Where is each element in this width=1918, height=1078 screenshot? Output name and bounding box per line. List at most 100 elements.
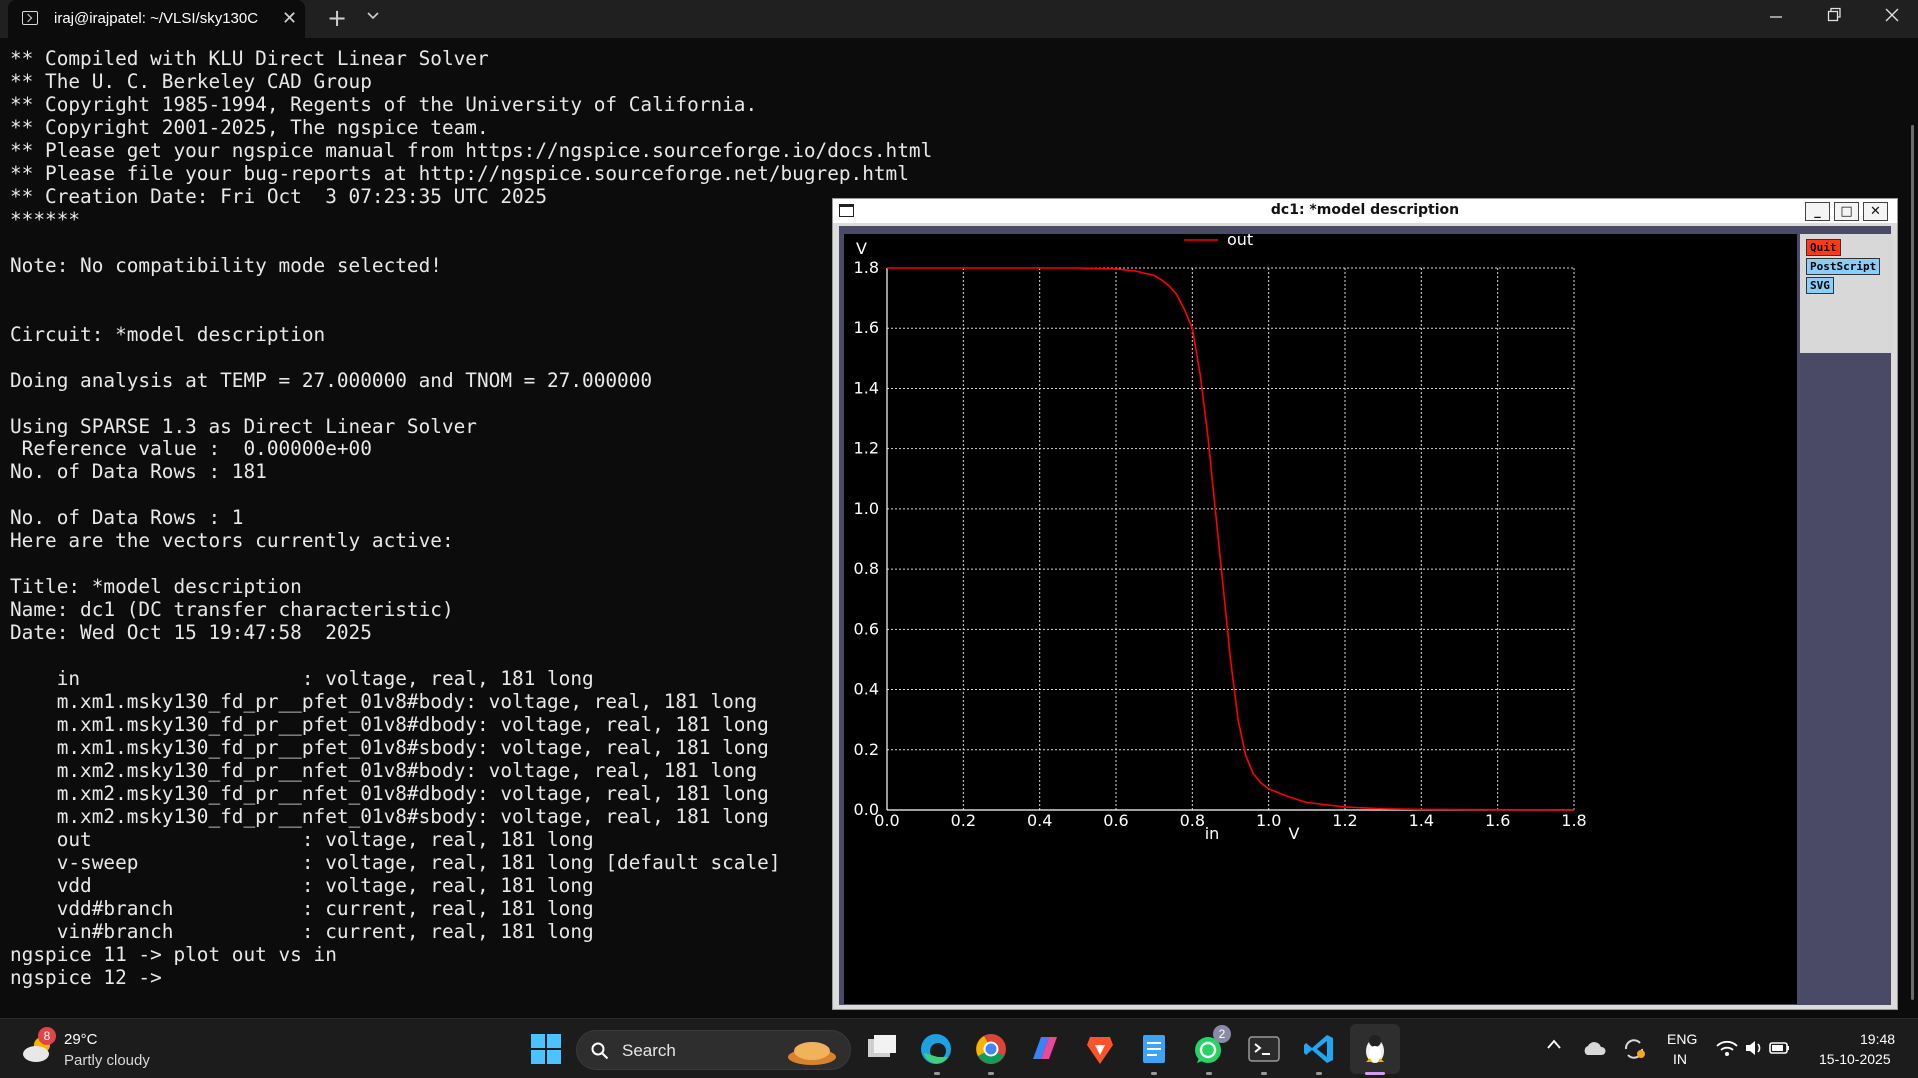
terminal-line: vdd : voltage, real, 181 long xyxy=(10,873,594,897)
terminal-output[interactable]: ** Compiled with KLU Direct Linear Solve… xyxy=(10,47,933,990)
terminal-line: m.xm1.msky130_fd_pr__pfet_01v8#body: vol… xyxy=(10,690,758,714)
window-restore-button[interactable] xyxy=(1814,5,1854,30)
plot-window: dc1: *model description _ □ ✕ 0.0 0.2 0.4 0… xyxy=(832,198,1898,1010)
clock-time[interactable]: 19:48 xyxy=(1860,1031,1895,1047)
terminal-running-indicator xyxy=(1261,1072,1267,1075)
postscript-button[interactable]: PostScript xyxy=(1806,258,1881,275)
x-tick-label: 0.2 xyxy=(951,811,976,830)
search-highlight-icon xyxy=(788,1042,836,1065)
y-tick-label: 1.8 xyxy=(854,258,879,277)
terminal-tab[interactable]: iraj@irajpatel: ~/VLSI/sky130C ✕ xyxy=(8,0,305,38)
terminal-line: ** Copyright 1985-1994, Regents of the U… xyxy=(10,92,758,116)
y-tick-label: 1.2 xyxy=(854,439,879,458)
language-line1[interactable]: ENG xyxy=(1667,1031,1697,1047)
plot-minimize-button[interactable]: _ xyxy=(1805,202,1830,221)
chrome-icon[interactable] xyxy=(973,1031,1009,1067)
terminal-line: ngspice 11 -> plot out vs in xyxy=(10,942,337,966)
y-tick-label: 1.0 xyxy=(854,499,879,518)
brave-icon[interactable] xyxy=(1082,1031,1118,1067)
x-tick-label: 0.8 xyxy=(1180,811,1205,830)
quit-button[interactable]: Quit xyxy=(1806,239,1841,256)
window-close-button[interactable] xyxy=(1872,5,1912,30)
window-minimize-button[interactable] xyxy=(1756,5,1796,30)
terminal-line: ** Please get your ngspice manual from h… xyxy=(10,138,933,162)
terminal-scrollbar[interactable] xyxy=(1911,125,1914,1000)
series-line-out xyxy=(887,267,1575,811)
terminal-line: Note: No compatibility mode selected! xyxy=(10,253,442,277)
terminal-line: vin#branch : current, real, 181 long xyxy=(10,919,594,943)
task-view-icon[interactable] xyxy=(864,1031,900,1067)
x-axis-label: in xyxy=(1205,824,1220,843)
linux-penguin-icon[interactable] xyxy=(1357,1031,1393,1067)
terminal-line: ngspice 12 -> xyxy=(10,965,174,989)
weather-widget[interactable]: 8 29°C Partly cloudy xyxy=(20,1025,170,1073)
vscode-running-indicator xyxy=(1316,1072,1322,1075)
search-box[interactable]: Search xyxy=(576,1030,851,1070)
terminal-line: Using SPARSE 1.3 as Direct Linear Solver xyxy=(10,414,477,438)
weather-desc: Partly cloudy xyxy=(64,1052,150,1069)
plot-close-button[interactable]: ✕ xyxy=(1863,202,1888,221)
weather-temp: 29°C xyxy=(64,1031,98,1048)
clock-date[interactable]: 15-10-2025 xyxy=(1819,1051,1891,1067)
svg-button[interactable]: SVG xyxy=(1806,277,1834,294)
terminal-line: vdd#branch : current, real, 181 long xyxy=(10,896,594,920)
terminal-line: ****** xyxy=(10,207,81,231)
terminal-line: Date: Wed Oct 15 19:47:58 2025 xyxy=(10,621,372,645)
tab-close-icon[interactable]: ✕ xyxy=(282,8,297,29)
new-tab-button[interactable]: + xyxy=(327,4,347,32)
y-tick-label: 0.0 xyxy=(854,800,879,819)
taskbar: 8 29°C Partly cloudy Search 2 ENG IN 19:… xyxy=(0,1018,1918,1078)
plot-window-titlebar[interactable]: dc1: *model description _ □ ✕ xyxy=(833,199,1897,223)
whatsapp-badge: 2 xyxy=(1213,1025,1231,1043)
edge-running-indicator xyxy=(934,1072,940,1075)
terminal-line: Here are the vectors currently active: xyxy=(10,529,454,553)
y-tick-label: 0.6 xyxy=(854,619,879,638)
language-line2[interactable]: IN xyxy=(1673,1051,1687,1067)
tab-dropdown-icon[interactable] xyxy=(366,9,380,25)
search-icon xyxy=(591,1042,609,1060)
copilot-icon[interactable] xyxy=(1027,1031,1063,1067)
x-tick-label: 1.8 xyxy=(1561,811,1586,830)
terminal-line: m.xm2.msky130_fd_pr__nfet_01v8#sbody: vo… xyxy=(10,804,769,828)
terminal-line: ** Please file your bug-reports at http:… xyxy=(10,161,909,185)
terminal-line: Doing analysis at TEMP = 27.000000 and T… xyxy=(10,368,653,392)
terminal-line: in : voltage, real, 181 long xyxy=(10,667,594,691)
plot-window-title: dc1: *model description xyxy=(1270,202,1460,218)
volume-icon[interactable] xyxy=(1744,1039,1764,1057)
terminal-line: m.xm1.msky130_fd_pr__pfet_01v8#sbody: vo… xyxy=(10,736,769,760)
penguin-active-indicator xyxy=(1365,1072,1385,1075)
vscode-icon[interactable] xyxy=(1301,1031,1337,1067)
start-button[interactable] xyxy=(528,1031,564,1067)
y-tick-label: 1.6 xyxy=(854,318,879,337)
battery-icon[interactable] xyxy=(1768,1039,1792,1057)
x-tick-label: 1.0 xyxy=(1256,811,1281,830)
y-tick-label: 0.4 xyxy=(854,680,879,699)
x-tick-label: 1.6 xyxy=(1485,811,1510,830)
terminal-line: v-sweep : voltage, real, 181 long [defau… xyxy=(10,850,781,874)
x-tick-label: 1.2 xyxy=(1332,811,1357,830)
edge-icon[interactable] xyxy=(918,1031,954,1067)
terminal-app-icon[interactable] xyxy=(1246,1031,1282,1067)
plot-side-panel: Quit PostScript SVG xyxy=(1800,234,1893,353)
plot-maximize-button[interactable]: □ xyxy=(1834,202,1859,221)
sync-icon[interactable] xyxy=(1622,1037,1646,1061)
tray-overflow-chevron[interactable] xyxy=(1546,1037,1562,1055)
onedrive-icon[interactable] xyxy=(1582,1041,1606,1057)
terminal-line: No. of Data Rows : 181 xyxy=(10,460,267,484)
notepad-icon[interactable] xyxy=(1136,1031,1172,1067)
terminal-line: No. of Data Rows : 1 xyxy=(10,506,244,530)
x-tick-label: 0.6 xyxy=(1103,811,1128,830)
plot-canvas: 0.0 0.2 0.4 0.6 0.8 1.0 1.2 1.4 1.6 1.8 0.0 0.2 0.4 0… xyxy=(844,234,1797,1004)
terminal-line: m.xm1.msky130_fd_pr__pfet_01v8#dbody: vo… xyxy=(10,713,769,737)
x-tick-label: 1.4 xyxy=(1409,811,1434,830)
tab-title: iraj@irajpatel: ~/VLSI/sky130C xyxy=(54,10,259,27)
wifi-icon[interactable] xyxy=(1716,1039,1738,1057)
terminal-line: out : voltage, real, 181 long xyxy=(10,827,594,851)
